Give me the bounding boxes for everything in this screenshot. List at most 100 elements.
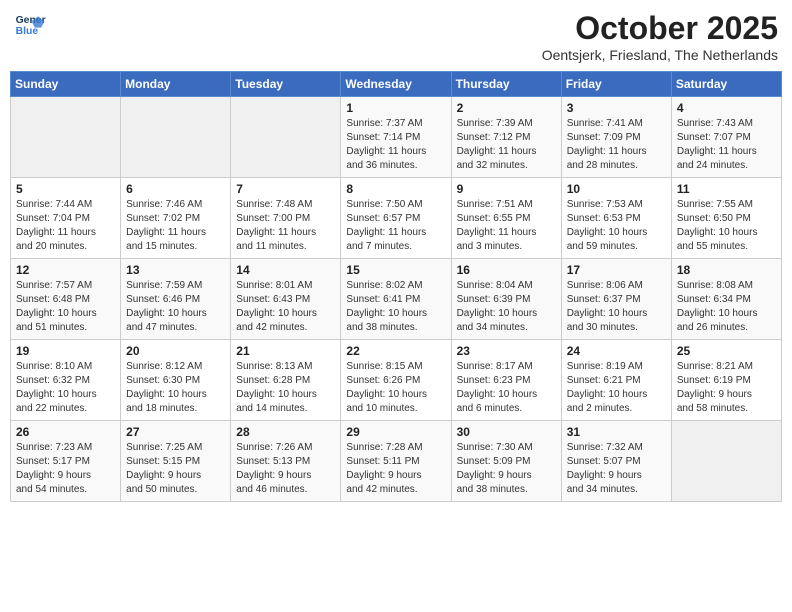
day-number: 27: [126, 425, 225, 439]
day-info: Sunrise: 8:12 AM Sunset: 6:30 PM Dayligh…: [126, 360, 225, 416]
calendar-cell: 28 Sunrise: 7:26 AM Sunset: 5:13 PM Dayli…: [231, 421, 341, 502]
calendar-cell: 10 Sunrise: 7:53 AM Sunset: 6:53 PM Dayli…: [561, 178, 671, 259]
day-info: Sunrise: 7:46 AM Sunset: 7:02 PM Dayligh…: [126, 198, 225, 254]
day-number: 12: [16, 263, 115, 277]
day-number: 7: [236, 182, 335, 196]
day-info: Sunrise: 7:51 AM Sunset: 6:55 PM Dayligh…: [457, 198, 556, 254]
day-info: Sunrise: 8:17 AM Sunset: 6:23 PM Dayligh…: [457, 360, 556, 416]
day-number: 31: [567, 425, 666, 439]
day-info: Sunrise: 7:23 AM Sunset: 5:17 PM Dayligh…: [16, 441, 115, 497]
day-number: 1: [346, 101, 445, 115]
page-header: General Blue October 2025 Oentsjerk, Fri…: [10, 10, 782, 63]
calendar-cell: 6 Sunrise: 7:46 AM Sunset: 7:02 PM Daylig…: [121, 178, 231, 259]
calendar-cell: 23 Sunrise: 8:17 AM Sunset: 6:23 PM Dayli…: [451, 340, 561, 421]
calendar-cell: [231, 97, 341, 178]
day-number: 30: [457, 425, 556, 439]
day-info: Sunrise: 8:21 AM Sunset: 6:19 PM Dayligh…: [677, 360, 776, 416]
day-header-thursday: Thursday: [451, 72, 561, 97]
calendar-cell: 25 Sunrise: 8:21 AM Sunset: 6:19 PM Dayli…: [671, 340, 781, 421]
day-number: 10: [567, 182, 666, 196]
calendar-cell: 19Sunrise: 8:10 AM Sunset: 6:32 PM Dayli…: [11, 340, 121, 421]
day-number: 28: [236, 425, 335, 439]
day-info: Sunrise: 8:02 AM Sunset: 6:41 PM Dayligh…: [346, 279, 445, 335]
day-info: Sunrise: 7:30 AM Sunset: 5:09 PM Dayligh…: [457, 441, 556, 497]
calendar-cell: 15 Sunrise: 8:02 AM Sunset: 6:41 PM Dayli…: [341, 259, 451, 340]
day-info: Sunrise: 7:26 AM Sunset: 5:13 PM Dayligh…: [236, 441, 335, 497]
calendar-table: SundayMondayTuesdayWednesdayThursdayFrid…: [10, 71, 782, 502]
calendar-cell: 31Sunrise: 7:32 AM Sunset: 5:07 PM Dayli…: [561, 421, 671, 502]
calendar-cell: 13Sunrise: 7:59 AM Sunset: 6:46 PM Dayli…: [121, 259, 231, 340]
location-subtitle: Oentsjerk, Friesland, The Netherlands: [542, 47, 778, 63]
day-number: 18: [677, 263, 776, 277]
week-row-4: 19Sunrise: 8:10 AM Sunset: 6:32 PM Dayli…: [11, 340, 782, 421]
day-info: Sunrise: 8:01 AM Sunset: 6:43 PM Dayligh…: [236, 279, 335, 335]
day-number: 8: [346, 182, 445, 196]
day-info: Sunrise: 8:10 AM Sunset: 6:32 PM Dayligh…: [16, 360, 115, 416]
title-area: October 2025 Oentsjerk, Friesland, The N…: [542, 10, 778, 63]
day-info: Sunrise: 7:25 AM Sunset: 5:15 PM Dayligh…: [126, 441, 225, 497]
calendar-cell: 14Sunrise: 8:01 AM Sunset: 6:43 PM Dayli…: [231, 259, 341, 340]
calendar-cell: 5 Sunrise: 7:44 AM Sunset: 7:04 PM Daylig…: [11, 178, 121, 259]
day-number: 21: [236, 344, 335, 358]
day-number: 22: [346, 344, 445, 358]
day-info: Sunrise: 8:06 AM Sunset: 6:37 PM Dayligh…: [567, 279, 666, 335]
day-info: Sunrise: 7:55 AM Sunset: 6:50 PM Dayligh…: [677, 198, 776, 254]
day-info: Sunrise: 7:43 AM Sunset: 7:07 PM Dayligh…: [677, 117, 776, 173]
day-number: 15: [346, 263, 445, 277]
day-info: Sunrise: 8:08 AM Sunset: 6:34 PM Dayligh…: [677, 279, 776, 335]
day-info: Sunrise: 7:59 AM Sunset: 6:46 PM Dayligh…: [126, 279, 225, 335]
calendar-cell: 2 Sunrise: 7:39 AM Sunset: 7:12 PM Daylig…: [451, 97, 561, 178]
svg-text:Blue: Blue: [16, 26, 39, 37]
day-number: 24: [567, 344, 666, 358]
calendar-cell: 20 Sunrise: 8:12 AM Sunset: 6:30 PM Dayli…: [121, 340, 231, 421]
calendar-cell: 9 Sunrise: 7:51 AM Sunset: 6:55 PM Daylig…: [451, 178, 561, 259]
calendar-cell: 17 Sunrise: 8:06 AM Sunset: 6:37 PM Dayli…: [561, 259, 671, 340]
month-title: October 2025: [542, 10, 778, 47]
calendar-cell: 24 Sunrise: 8:19 AM Sunset: 6:21 PM Dayli…: [561, 340, 671, 421]
calendar-cell: 12 Sunrise: 7:57 AM Sunset: 6:48 PM Dayli…: [11, 259, 121, 340]
calendar-cell: 3Sunrise: 7:41 AM Sunset: 7:09 PM Daylig…: [561, 97, 671, 178]
day-info: Sunrise: 7:28 AM Sunset: 5:11 PM Dayligh…: [346, 441, 445, 497]
day-number: 29: [346, 425, 445, 439]
calendar-cell: 11Sunrise: 7:55 AM Sunset: 6:50 PM Dayli…: [671, 178, 781, 259]
calendar-cell: 7Sunrise: 7:48 AM Sunset: 7:00 PM Daylig…: [231, 178, 341, 259]
calendar-cell: 29 Sunrise: 7:28 AM Sunset: 5:11 PM Dayli…: [341, 421, 451, 502]
day-number: 26: [16, 425, 115, 439]
calendar-cell: 18 Sunrise: 8:08 AM Sunset: 6:34 PM Dayli…: [671, 259, 781, 340]
day-header-monday: Monday: [121, 72, 231, 97]
day-info: Sunrise: 7:39 AM Sunset: 7:12 PM Dayligh…: [457, 117, 556, 173]
day-info: Sunrise: 8:15 AM Sunset: 6:26 PM Dayligh…: [346, 360, 445, 416]
day-number: 16: [457, 263, 556, 277]
day-info: Sunrise: 7:53 AM Sunset: 6:53 PM Dayligh…: [567, 198, 666, 254]
day-number: 17: [567, 263, 666, 277]
calendar-cell: [121, 97, 231, 178]
day-number: 23: [457, 344, 556, 358]
day-number: 5: [16, 182, 115, 196]
day-info: Sunrise: 8:04 AM Sunset: 6:39 PM Dayligh…: [457, 279, 556, 335]
day-info: Sunrise: 8:13 AM Sunset: 6:28 PM Dayligh…: [236, 360, 335, 416]
week-row-2: 5 Sunrise: 7:44 AM Sunset: 7:04 PM Daylig…: [11, 178, 782, 259]
calendar-cell: [671, 421, 781, 502]
calendar-cell: 4 Sunrise: 7:43 AM Sunset: 7:07 PM Daylig…: [671, 97, 781, 178]
logo-icon: General Blue: [14, 10, 46, 42]
calendar-cell: 21 Sunrise: 8:13 AM Sunset: 6:28 PM Dayli…: [231, 340, 341, 421]
logo: General Blue: [14, 10, 46, 42]
week-row-5: 26 Sunrise: 7:23 AM Sunset: 5:17 PM Dayli…: [11, 421, 782, 502]
day-number: 20: [126, 344, 225, 358]
calendar-cell: 16 Sunrise: 8:04 AM Sunset: 6:39 PM Dayli…: [451, 259, 561, 340]
calendar-cell: 22 Sunrise: 8:15 AM Sunset: 6:26 PM Dayli…: [341, 340, 451, 421]
calendar-cell: [11, 97, 121, 178]
day-number: 4: [677, 101, 776, 115]
day-header-sunday: Sunday: [11, 72, 121, 97]
day-header-wednesday: Wednesday: [341, 72, 451, 97]
day-header-saturday: Saturday: [671, 72, 781, 97]
week-row-3: 12 Sunrise: 7:57 AM Sunset: 6:48 PM Dayli…: [11, 259, 782, 340]
day-number: 9: [457, 182, 556, 196]
day-number: 25: [677, 344, 776, 358]
week-row-1: 1Sunrise: 7:37 AM Sunset: 7:14 PM Daylig…: [11, 97, 782, 178]
day-number: 6: [126, 182, 225, 196]
day-info: Sunrise: 8:19 AM Sunset: 6:21 PM Dayligh…: [567, 360, 666, 416]
day-number: 2: [457, 101, 556, 115]
day-info: Sunrise: 7:44 AM Sunset: 7:04 PM Dayligh…: [16, 198, 115, 254]
day-info: Sunrise: 7:57 AM Sunset: 6:48 PM Dayligh…: [16, 279, 115, 335]
